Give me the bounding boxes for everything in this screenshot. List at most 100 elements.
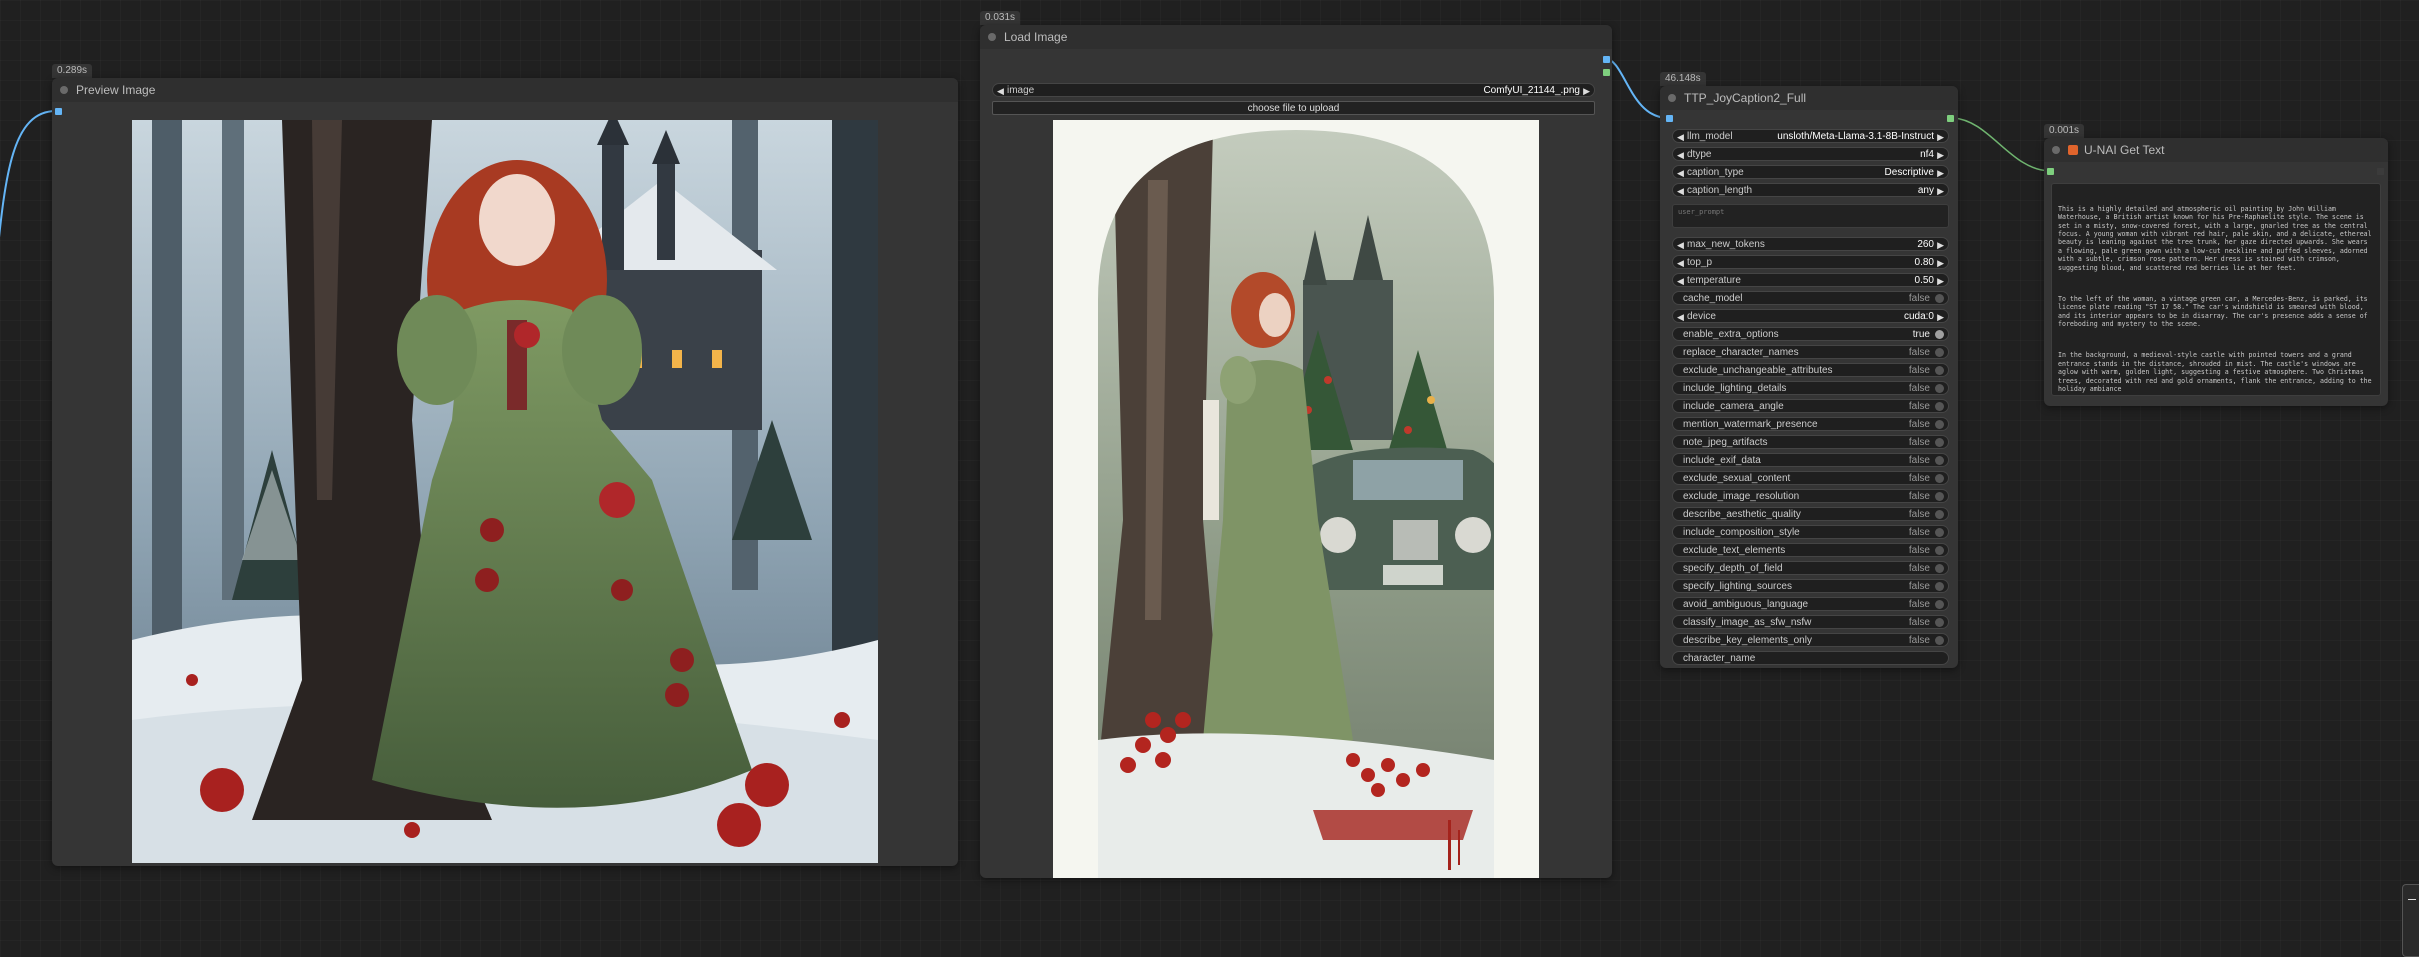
top-p-number[interactable]: ◀ top_p 0.80 ▶ [1672,255,1949,269]
toggle-knob-icon[interactable] [1935,528,1944,537]
option-toggle[interactable]: replace_character_names false [1672,345,1949,359]
max-new-tokens-number[interactable]: ◀ max_new_tokens 260 ▶ [1672,237,1949,251]
option-toggle[interactable]: mention_watermark_presence false [1672,417,1949,431]
option-toggle[interactable]: describe_aesthetic_quality false [1672,507,1949,521]
toggle-knob-icon[interactable] [1935,330,1944,339]
user-prompt-textarea[interactable]: user_prompt [1672,204,1949,228]
option-toggle[interactable]: include_exif_data false [1672,453,1949,467]
toggle-knob-icon[interactable] [1935,420,1944,429]
combo-left-arrow-icon[interactable]: ◀ [1677,148,1684,162]
combo-left-arrow-icon[interactable]: ◀ [1677,184,1684,198]
text-output-slot[interactable] [2377,168,2384,175]
decrement-arrow-icon[interactable]: ◀ [1677,256,1684,270]
collapse-dot-icon[interactable] [60,86,68,94]
combo-right-arrow-icon[interactable]: ▶ [1937,130,1944,144]
option-toggle[interactable]: classify_image_as_sfw_nsfw false [1672,615,1949,629]
option-toggle[interactable]: specify_lighting_sources false [1672,579,1949,593]
combo-right-arrow-icon[interactable]: ▶ [1583,84,1590,98]
increment-arrow-icon[interactable]: ▶ [1937,256,1944,270]
wire-caption-to-text [1952,117,2051,172]
dtype-combo[interactable]: ◀ dtype nf4 ▶ [1672,147,1949,161]
load-image-node[interactable]: Load Image ◀ image ComfyUI_21144_.png ▶ … [980,25,1612,878]
toggle-knob-icon[interactable] [1935,510,1944,519]
option-toggle[interactable]: exclude_text_elements false [1672,543,1949,557]
option-toggle[interactable]: include_composition_style false [1672,525,1949,539]
mask-output-slot[interactable] [1603,69,1610,76]
toggle-knob-icon[interactable] [1935,402,1944,411]
caption-type-combo[interactable]: ◀ caption_type Descriptive ▶ [1672,165,1949,179]
toggle-knob-icon[interactable] [1935,456,1944,465]
option-toggle[interactable]: describe_key_elements_only false [1672,633,1949,647]
choose-file-button[interactable]: choose file to upload [992,101,1595,115]
toggle-knob-icon[interactable] [1935,600,1944,609]
toggle-knob-icon[interactable] [1935,618,1944,627]
toggle-knob-icon[interactable] [1935,636,1944,645]
combo-left-arrow-icon[interactable]: ◀ [1677,130,1684,144]
cache-model-toggle[interactable]: cache_model false [1672,291,1949,305]
collapse-dot-icon[interactable] [988,33,996,41]
combo-left-arrow-icon[interactable]: ◀ [1677,166,1684,180]
toggle-label: specify_lighting_sources [1683,581,1792,592]
option-toggle[interactable]: exclude_sexual_content false [1672,471,1949,485]
temperature-number[interactable]: ◀ temperature 0.50 ▶ [1672,273,1949,287]
toggle-knob-icon[interactable] [1935,474,1944,483]
option-toggle[interactable]: note_jpeg_artifacts false [1672,435,1949,449]
toggle-knob-icon[interactable] [1935,438,1944,447]
character-name-field[interactable]: character_name [1672,651,1949,665]
decrement-arrow-icon[interactable]: ◀ [1677,274,1684,288]
option-toggle[interactable]: exclude_image_resolution false [1672,489,1949,503]
combo-right-arrow-icon[interactable]: ▶ [1937,184,1944,198]
increment-arrow-icon[interactable]: ▶ [1937,238,1944,252]
images-input-slot[interactable] [55,108,62,115]
joycaption-node[interactable]: TTP_JoyCaption2_Full ◀ llm_model unsloth… [1660,86,1958,668]
toggle-knob-icon[interactable] [1935,384,1944,393]
option-toggle[interactable]: specify_depth_of_field false [1672,561,1949,575]
option-toggle[interactable]: include_lighting_details false [1672,381,1949,395]
image-output-slot[interactable] [1603,56,1610,63]
preview-image-node[interactable]: Preview Image [52,78,958,866]
option-toggle[interactable]: enable_extra_options true [1672,327,1949,341]
combo-right-arrow-icon[interactable]: ▶ [1937,166,1944,180]
collapse-dot-icon[interactable] [2052,146,2060,154]
wire-image-to-preview [0,109,58,238]
canvas-menu-tab[interactable] [2402,884,2419,957]
combo-left-arrow-icon[interactable]: ◀ [997,84,1004,98]
device-combo[interactable]: ◀ device cuda:0 ▶ [1672,309,1949,323]
load-node-title-bar[interactable]: Load Image [980,25,1612,49]
text-node-title-bar[interactable]: U-NAI Get Text [2044,138,2388,162]
toggle-knob-icon[interactable] [1935,546,1944,555]
toggle-knob-icon[interactable] [1935,348,1944,357]
option-toggle[interactable]: avoid_ambiguous_language false [1672,597,1949,611]
toggle-value: false [1908,581,1930,592]
text-input-slot[interactable] [2047,168,2054,175]
image-input-slot[interactable] [1666,115,1673,122]
toggle-value: false [1908,419,1930,430]
toggle-value: true [1912,329,1930,340]
increment-arrow-icon[interactable]: ▶ [1937,274,1944,288]
combo-right-arrow-icon[interactable]: ▶ [1937,148,1944,162]
caption-length-combo[interactable]: ◀ caption_length any ▶ [1672,183,1949,197]
option-toggle[interactable]: exclude_unchangeable_attributes false [1672,363,1949,377]
combo-left-arrow-icon[interactable]: ◀ [1677,310,1684,324]
llm-model-combo[interactable]: ◀ llm_model unsloth/Meta-Llama-3.1-8B-In… [1672,129,1949,143]
toggle-knob-icon[interactable] [1935,294,1944,303]
loaded-image [1053,120,1539,878]
combo-right-arrow-icon[interactable]: ▶ [1937,310,1944,324]
toggle-knob-icon[interactable] [1935,582,1944,591]
caption-node-title-bar[interactable]: TTP_JoyCaption2_Full [1660,86,1958,110]
toggle-knob-icon[interactable] [1935,564,1944,573]
collapse-dot-icon[interactable] [1668,94,1676,102]
get-text-node[interactable]: U-NAI Get Text This is a highly detailed… [2044,138,2388,406]
option-toggle[interactable]: include_camera_angle false [1672,399,1949,413]
preview-node-title-bar[interactable]: Preview Image [52,78,958,102]
toggle-label: exclude_sexual_content [1683,473,1791,484]
toggle-label: note_jpeg_artifacts [1683,437,1768,448]
caption-node-title: TTP_JoyCaption2_Full [1684,91,1807,105]
decrement-arrow-icon[interactable]: ◀ [1677,238,1684,252]
number-label: max_new_tokens [1687,239,1765,250]
caption-output-slot[interactable] [1947,115,1954,122]
toggle-knob-icon[interactable] [1935,492,1944,501]
image-combo-widget[interactable]: ◀ image ComfyUI_21144_.png ▶ [992,83,1595,97]
caption-output-textarea[interactable]: This is a highly detailed and atmospheri… [2051,183,2381,396]
toggle-knob-icon[interactable] [1935,366,1944,375]
